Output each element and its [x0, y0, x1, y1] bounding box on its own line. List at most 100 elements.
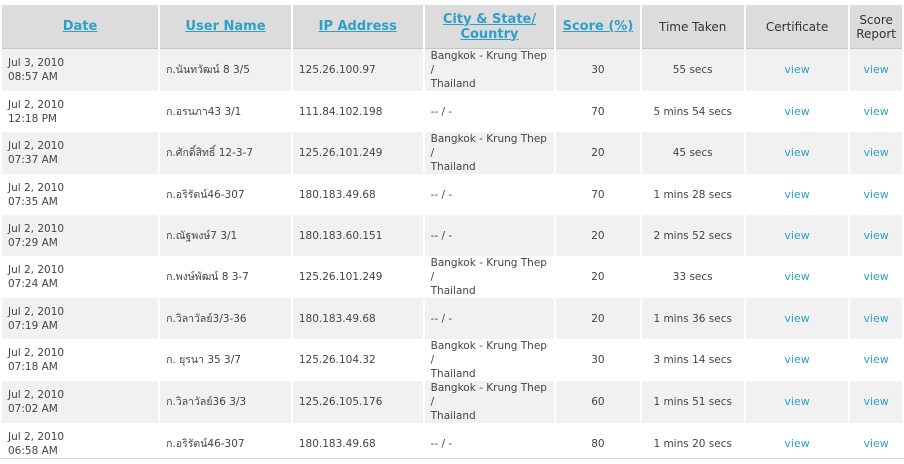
- sort-ip-address-link[interactable]: IP Address: [319, 19, 397, 34]
- user-name-cell: ก.ณัฐพงษ์7 3/1: [160, 215, 291, 256]
- table-row: Jul 2, 2010 07:24 AM ก.พงษ์พัฒน์ 8 3-7 125.…: [2, 256, 902, 298]
- ip-address-cell: 125.26.100.97: [292, 49, 423, 91]
- ip-address-cell: 125.26.101.249: [292, 132, 423, 174]
- attempt-date: Jul 2, 2010: [8, 181, 65, 194]
- date-cell: Jul 2, 2010 12:18 PM: [2, 91, 159, 132]
- city-cell: -- / -: [424, 174, 555, 215]
- city-cell: Bangkok - Krung Thep / Thailand: [424, 381, 555, 423]
- table-row: Jul 2, 2010 07:18 AM ก. ยุรนา 35 3/7 125.26…: [2, 339, 902, 381]
- view-score-report-link[interactable]: view: [863, 270, 888, 283]
- view-certificate-link[interactable]: view: [784, 229, 809, 242]
- city-line1: Bangkok - Krung Thep /: [430, 340, 547, 366]
- results-table-body: Jul 3, 2010 08:57 AM ก.นันทวัฒน์ 8 3/5 125.…: [2, 49, 902, 464]
- certificate-column-header: Certificate: [745, 5, 849, 49]
- table-row: Jul 2, 2010 07:35 AM ก.อริรัตน์46-307 180.1…: [2, 174, 902, 215]
- city-header-line2: Country: [460, 26, 519, 42]
- time-taken-cell: 2 mins 52 secs: [641, 215, 744, 256]
- view-certificate-link[interactable]: view: [784, 270, 809, 283]
- view-score-report-link[interactable]: view: [863, 312, 888, 325]
- table-row: Jul 2, 2010 07:37 AM ก.ศักดิ์สิทธิ์ 12-3-7…: [2, 132, 902, 174]
- city-cell: Bangkok - Krung Thep / Thailand: [424, 132, 555, 174]
- ip-address-cell: 111.84.102.198: [292, 91, 423, 132]
- date-column-header[interactable]: Date: [2, 5, 159, 49]
- attempt-date: Jul 2, 2010: [8, 222, 65, 235]
- date-cell: Jul 2, 2010 07:24 AM: [2, 256, 159, 298]
- time-taken-cell: 1 mins 51 secs: [641, 381, 744, 423]
- score-cell: 30: [556, 49, 640, 91]
- score-report-cell: view: [850, 132, 902, 174]
- view-score-report-link[interactable]: view: [863, 63, 888, 76]
- view-certificate-link[interactable]: view: [784, 188, 809, 201]
- time-taken-cell: 55 secs: [641, 49, 744, 91]
- score-report-column-header: Score Report: [850, 5, 902, 49]
- score-report-cell: view: [850, 381, 902, 423]
- view-score-report-link[interactable]: view: [863, 395, 888, 408]
- city-line1: -- / -: [430, 312, 453, 325]
- city-line1: -- / -: [430, 229, 453, 242]
- user-name-cell: ก.พงษ์พัฒน์ 8 3-7: [160, 256, 291, 298]
- view-score-report-link[interactable]: view: [863, 188, 888, 201]
- score-report-cell: view: [850, 215, 902, 256]
- attempt-time: 07:18 AM: [8, 361, 58, 373]
- view-certificate-link[interactable]: view: [784, 105, 809, 118]
- sort-user-name-link[interactable]: User Name: [185, 19, 265, 34]
- ip-address-cell: 125.26.105.176: [292, 381, 423, 423]
- view-score-report-link[interactable]: view: [863, 229, 888, 242]
- attempt-date: Jul 2, 2010: [8, 98, 65, 111]
- attempt-time: 06:58 AM: [8, 444, 58, 457]
- city-line1: -- / -: [430, 188, 453, 201]
- attempt-time: 07:19 AM: [8, 319, 58, 332]
- certificate-cell: view: [745, 298, 849, 339]
- attempt-date: Jul 2, 2010: [8, 430, 65, 443]
- user-name-cell: ก.อรนภา43 3/1: [160, 91, 291, 132]
- city-line1: -- / -: [430, 437, 453, 450]
- user-name-cell: ก.วิลาวัลย์36 3/3: [160, 381, 291, 423]
- score-report-cell: view: [850, 339, 902, 381]
- score-report-cell: view: [850, 91, 902, 132]
- date-cell: Jul 2, 2010 07:29 AM: [2, 215, 159, 256]
- sort-score-link[interactable]: Score (%): [563, 19, 634, 34]
- view-score-report-link[interactable]: view: [863, 105, 888, 118]
- view-certificate-link[interactable]: view: [784, 395, 809, 408]
- score-cell: 20: [556, 256, 640, 298]
- user-name-column-header[interactable]: User Name: [160, 5, 291, 49]
- user-name-cell: ก.ศักดิ์สิทธิ์ 12-3-7: [160, 132, 291, 174]
- date-cell: Jul 2, 2010 07:19 AM: [2, 298, 159, 339]
- time-taken-cell: 1 mins 28 secs: [641, 174, 744, 215]
- score-cell: 30: [556, 339, 640, 381]
- score-report-header-line2: Report: [856, 26, 897, 41]
- sort-date-link[interactable]: Date: [63, 19, 98, 34]
- city-cell: -- / -: [424, 215, 555, 256]
- view-certificate-link[interactable]: view: [784, 312, 809, 325]
- view-score-report-link[interactable]: view: [863, 146, 888, 159]
- ip-address-column-header[interactable]: IP Address: [292, 5, 423, 49]
- attempt-date: Jul 2, 2010: [8, 264, 65, 276]
- certificate-cell: view: [745, 174, 849, 215]
- city-line2: Thailand: [430, 368, 476, 380]
- city-column-header[interactable]: City & State/Country: [424, 5, 555, 49]
- view-certificate-link[interactable]: view: [784, 437, 809, 450]
- attempt-date: Jul 2, 2010: [8, 305, 65, 318]
- view-certificate-link[interactable]: view: [784, 63, 809, 76]
- score-cell: 60: [556, 381, 640, 423]
- view-score-report-link[interactable]: view: [863, 353, 888, 366]
- city-line1: Bangkok - Krung Thep /: [430, 257, 547, 283]
- ip-address-cell: 180.183.49.68: [292, 174, 423, 215]
- score-cell: 70: [556, 91, 640, 132]
- time-taken-cell: 1 mins 36 secs: [641, 298, 744, 339]
- score-cell: 20: [556, 132, 640, 174]
- view-score-report-link[interactable]: view: [863, 437, 888, 450]
- table-row: Jul 3, 2010 08:57 AM ก.นันทวัฒน์ 8 3/5 125.…: [2, 49, 902, 91]
- time-taken-cell: 5 mins 54 secs: [641, 91, 744, 132]
- score-column-header[interactable]: Score (%): [556, 5, 640, 49]
- city-line1: Bangkok - Krung Thep /: [430, 382, 547, 408]
- sort-city-link[interactable]: City & State/Country: [443, 12, 536, 42]
- score-cell: 20: [556, 215, 640, 256]
- city-header-line1: City & State/: [442, 11, 537, 27]
- view-certificate-link[interactable]: view: [784, 146, 809, 159]
- view-certificate-link[interactable]: view: [784, 353, 809, 366]
- date-cell: Jul 2, 2010 07:18 AM: [2, 339, 159, 381]
- certificate-cell: view: [745, 91, 849, 132]
- user-name-cell: ก.วิลาวัลย์3/3-36: [160, 298, 291, 339]
- city-cell: Bangkok - Krung Thep / Thailand: [424, 256, 555, 298]
